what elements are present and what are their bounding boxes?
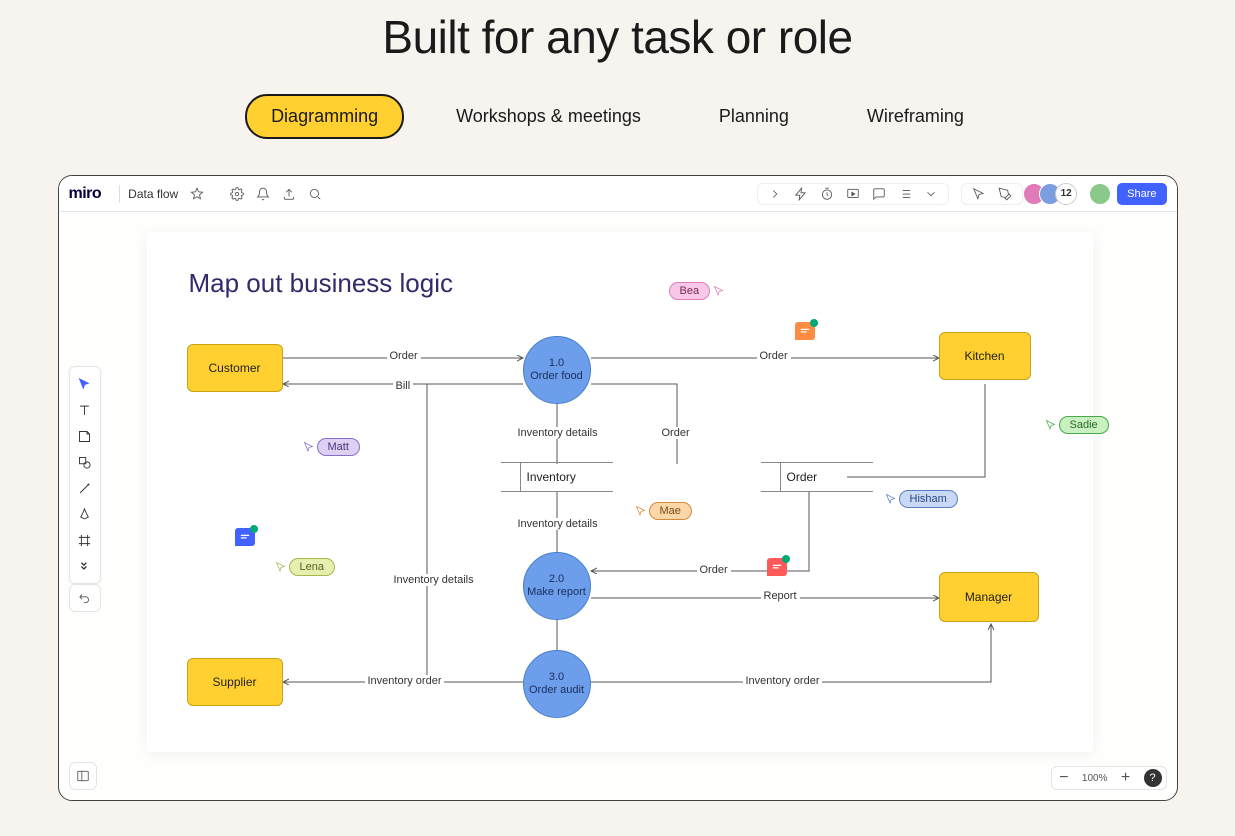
pen-tool-icon[interactable] (73, 502, 97, 526)
cursor-matt: Matt (303, 438, 360, 456)
left-toolbar (69, 366, 101, 584)
pen-sparkle-icon[interactable] (997, 186, 1013, 202)
divider (119, 185, 120, 203)
search-icon[interactable] (307, 186, 323, 202)
tab-wireframing[interactable]: Wireframing (841, 94, 990, 139)
timer-icon[interactable] (819, 186, 835, 202)
node-label: Order audit (529, 684, 584, 697)
edge-label: Order (387, 350, 421, 362)
settings-icon[interactable] (229, 186, 245, 202)
export-icon[interactable] (281, 186, 297, 202)
center-tool-group (757, 183, 949, 205)
shape-tool-icon[interactable] (73, 450, 97, 474)
comment-icon[interactable] (795, 322, 815, 340)
node-num: 2.0 (549, 573, 564, 586)
node-make-report[interactable]: 2.0 Make report (523, 552, 591, 620)
cursor-sadie: Sadie (1045, 416, 1109, 434)
edge-label: Order (697, 564, 731, 576)
edge-label: Inventory details (515, 427, 601, 439)
edge-label: Report (761, 590, 800, 602)
current-user-avatar[interactable] (1089, 183, 1111, 205)
tab-workshops[interactable]: Workshops & meetings (430, 94, 667, 139)
node-supplier[interactable]: Supplier (187, 658, 283, 706)
node-inventory-store[interactable]: Inventory (501, 462, 613, 492)
bell-icon[interactable] (255, 186, 271, 202)
undo-button[interactable] (69, 584, 101, 612)
zoom-controls: − 100% + ? (1051, 766, 1167, 790)
node-label: Order food (530, 370, 583, 383)
text-tool-icon[interactable] (73, 398, 97, 422)
edge-label: Inventory details (391, 574, 477, 586)
cursor-bea: Bea (669, 282, 728, 300)
tab-planning[interactable]: Planning (693, 94, 815, 139)
zoom-in-icon[interactable]: + (1118, 770, 1134, 786)
edge-label: Inventory order (365, 675, 445, 687)
select-tool-icon[interactable] (73, 372, 97, 396)
node-manager[interactable]: Manager (939, 572, 1039, 622)
avatar-count[interactable]: 12 (1055, 183, 1077, 205)
zoom-out-icon[interactable]: − (1056, 770, 1072, 786)
share-button[interactable]: Share (1117, 183, 1166, 205)
sticky-note-icon[interactable] (73, 424, 97, 448)
store-label: Order (787, 470, 818, 484)
bolt-icon[interactable] (793, 186, 809, 202)
edge-label: Inventory order (743, 675, 823, 687)
comment-icon[interactable] (235, 528, 255, 546)
node-order-food[interactable]: 1.0 Order food (523, 336, 591, 404)
store-label: Inventory (527, 470, 576, 484)
hero-tabs: Diagramming Workshops & meetings Plannin… (0, 94, 1235, 139)
collaborator-avatars[interactable]: 12 (1029, 183, 1077, 205)
board-name[interactable]: Data flow (128, 187, 178, 201)
present-icon[interactable] (845, 186, 861, 202)
node-order-audit[interactable]: 3.0 Order audit (523, 650, 591, 718)
edge-label: Order (757, 350, 791, 362)
app-window: miro Data flow (58, 175, 1178, 801)
chevron-right-icon[interactable] (767, 186, 783, 202)
miro-logo: miro (69, 185, 102, 203)
app-topbar: miro Data flow (59, 176, 1177, 212)
node-label: Make report (527, 586, 586, 599)
cursor-lena: Lena (275, 558, 335, 576)
minimap-toggle[interactable] (69, 762, 97, 790)
node-num: 1.0 (549, 357, 564, 370)
comment-bubble-icon[interactable] (871, 186, 887, 202)
zoom-level[interactable]: 100% (1078, 773, 1112, 784)
cursor-hisham: Hisham (885, 490, 958, 508)
comment-icon[interactable] (767, 558, 787, 576)
frame-tool-icon[interactable] (73, 528, 97, 552)
canvas-title: Map out business logic (189, 268, 453, 299)
node-num: 3.0 (549, 671, 564, 684)
cursor-icon[interactable] (971, 186, 987, 202)
star-icon[interactable] (189, 186, 205, 202)
more-tools-icon[interactable] (73, 554, 97, 578)
node-order-store[interactable]: Order (761, 462, 873, 492)
edge-label: Bill (393, 380, 414, 392)
chevron-down-icon[interactable] (923, 186, 939, 202)
cursor-mae: Mae (635, 502, 692, 520)
node-kitchen[interactable]: Kitchen (939, 332, 1031, 380)
diagram-canvas[interactable]: Map out business logic (147, 232, 1093, 752)
edge-label: Inventory details (515, 518, 601, 530)
tab-diagramming[interactable]: Diagramming (245, 94, 404, 139)
help-icon[interactable]: ? (1144, 769, 1162, 787)
edge-label: Order (659, 427, 693, 439)
node-customer[interactable]: Customer (187, 344, 283, 392)
hero-title: Built for any task or role (0, 0, 1235, 94)
cursor-tool-group (961, 183, 1023, 205)
list-icon[interactable] (897, 186, 913, 202)
line-tool-icon[interactable] (73, 476, 97, 500)
